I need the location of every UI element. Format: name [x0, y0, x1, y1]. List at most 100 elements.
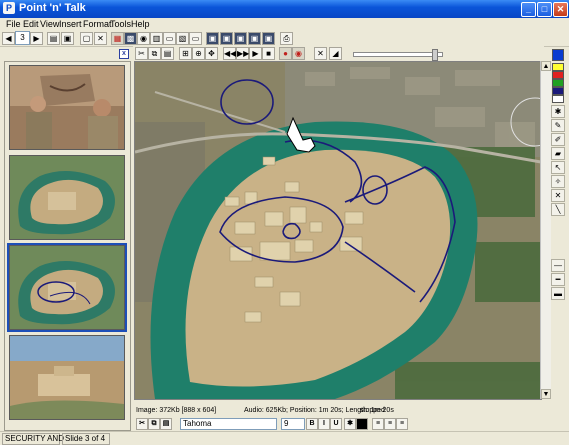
stop-icon[interactable]: ■: [262, 47, 275, 60]
slider-knob[interactable]: [432, 49, 438, 61]
app-icon: P: [3, 2, 15, 14]
color-swatch-navy[interactable]: [552, 87, 564, 95]
slide-thumbnail-1[interactable]: [9, 65, 125, 150]
menu-bar: File Edit View Insert Format Tools Help: [0, 18, 569, 31]
menu-format[interactable]: Format: [83, 19, 112, 29]
color-tool-palette: ✱ ✎ ✐ ▰ ↖ ✧ ✕ ╲ ― ━ ▬: [551, 47, 565, 427]
open-folder-icon[interactable]: ▤: [47, 32, 60, 45]
delete-slide-icon[interactable]: ✕: [94, 32, 107, 45]
menu-edit[interactable]: Edit: [23, 19, 39, 29]
highlighter-icon[interactable]: ▰: [551, 147, 565, 160]
layout-3-icon[interactable]: ▣: [234, 32, 247, 45]
soldiers-photo: [10, 66, 124, 149]
slide-number-field[interactable]: 3: [15, 31, 30, 45]
brush-icon[interactable]: ✎: [551, 119, 565, 132]
main-toolbar: ◀ ▶ ▤ ▣ ▢ ✕ ▦ ▩ ◉ ▥ ▭ ▧ ▭ ▣ ▣ ▣ ▣ ▣ ⎙: [0, 31, 569, 47]
rewind-icon[interactable]: ◀◀: [223, 47, 236, 60]
delete-ink-icon[interactable]: ✕: [551, 189, 565, 202]
line-weight-2-icon[interactable]: ━: [551, 273, 565, 286]
status-bar: Image: 372Kb [888 x 604] Audio: 625Kb; P…: [134, 406, 550, 417]
text-color-swatch[interactable]: [356, 418, 368, 430]
scroll-down-icon[interactable]: ▼: [541, 389, 551, 399]
paint-bucket-icon[interactable]: ✱: [551, 105, 565, 118]
image-info: Image: 372Kb [888 x 604]: [136, 407, 217, 414]
color-swatch-blue[interactable]: [552, 49, 564, 61]
format-toolbar: ✂ ⧉ ▤ Tahoma 9 B I U ✱ ≡ ≡ ≡: [134, 417, 550, 430]
align-center-icon[interactable]: ≡: [384, 418, 396, 430]
menu-view[interactable]: View: [40, 19, 59, 29]
underline-button[interactable]: U: [330, 418, 342, 430]
close-thumbnails-icon[interactable]: x: [119, 49, 129, 59]
bottom-status-bar: SECURITY AND Slide 3 of 4: [0, 431, 569, 445]
insert-image-icon[interactable]: ▦: [111, 32, 124, 45]
color-swatch-red[interactable]: [552, 71, 564, 79]
close-button[interactable]: ✕: [553, 2, 568, 17]
text-box-icon[interactable]: ▭: [189, 32, 202, 45]
playback-slider[interactable]: [353, 49, 443, 61]
cut-icon[interactable]: ✂: [135, 47, 148, 60]
record-icon[interactable]: ●: [279, 47, 292, 60]
align-right-icon[interactable]: ≡: [396, 418, 408, 430]
fast-forward-icon[interactable]: ▶▶: [236, 47, 249, 60]
italic-button[interactable]: I: [318, 418, 330, 430]
slideshow-icon[interactable]: ▭: [163, 32, 176, 45]
paste-icon[interactable]: ▤: [160, 418, 172, 430]
font-select[interactable]: Tahoma: [180, 418, 277, 430]
record-narration-icon[interactable]: ◉: [292, 47, 305, 60]
font-size-select[interactable]: 9: [281, 418, 305, 430]
satellite-map-image: [135, 62, 541, 399]
menu-insert[interactable]: Insert: [59, 19, 82, 29]
new-slide-icon[interactable]: ▢: [80, 32, 93, 45]
eraser-icon[interactable]: ✧: [551, 175, 565, 188]
copy-icon[interactable]: ⧉: [148, 418, 160, 430]
export-icon[interactable]: ▧: [176, 32, 189, 45]
maximize-button[interactable]: □: [537, 2, 552, 17]
move-icon[interactable]: ✥: [205, 47, 218, 60]
save-icon[interactable]: ▣: [61, 32, 74, 45]
align-left-icon[interactable]: ≡: [372, 418, 384, 430]
layout-1-icon[interactable]: ▣: [206, 32, 219, 45]
cut-icon[interactable]: ✂: [136, 418, 148, 430]
slide-thumbnail-4[interactable]: [9, 335, 125, 420]
layout-2-icon[interactable]: ▣: [220, 32, 233, 45]
scanner-icon[interactable]: ▥: [150, 32, 163, 45]
copy-icon[interactable]: ⧉: [148, 47, 161, 60]
back-arrow-icon[interactable]: ◀: [2, 32, 15, 45]
menu-tools[interactable]: Tools: [110, 19, 131, 29]
line-weight-1-icon[interactable]: ―: [551, 259, 565, 272]
line-weight-3-icon[interactable]: ▬: [551, 287, 565, 300]
slide-thumbnail-2[interactable]: [9, 155, 125, 240]
bold-button[interactable]: B: [306, 418, 318, 430]
zoom-in-icon[interactable]: ⊕: [192, 47, 205, 60]
annotation-toolbar: ✂ ⧉ ▤ ⊞ ⊕ ✥ ◀◀ ▶▶ ▶ ■ ● ◉ ✕ ◢: [133, 46, 544, 61]
volume-icon[interactable]: ◢: [329, 47, 342, 60]
menu-file[interactable]: File: [6, 19, 21, 29]
layout-4-icon[interactable]: ▣: [248, 32, 261, 45]
slide-thumbnail-3[interactable]: [7, 243, 127, 332]
insert-photo-icon[interactable]: ▩: [124, 32, 137, 45]
menu-help[interactable]: Help: [131, 19, 150, 29]
grid-icon[interactable]: ⊞: [179, 47, 192, 60]
forward-arrow-icon[interactable]: ▶: [30, 32, 43, 45]
line-icon[interactable]: ╲: [551, 203, 565, 216]
pen-icon[interactable]: ✐: [551, 133, 565, 146]
highlight-color-icon[interactable]: ✱: [344, 418, 356, 430]
paste-icon[interactable]: ▤: [161, 47, 174, 60]
color-swatch-white[interactable]: [552, 95, 564, 103]
minimize-button[interactable]: _: [521, 2, 536, 17]
scroll-up-icon[interactable]: ▲: [541, 61, 551, 71]
playback-state: stopped: [360, 407, 385, 414]
slide-counter: Slide 3 of 4: [62, 433, 110, 445]
play-icon[interactable]: ▶: [249, 47, 262, 60]
vertical-scrollbar[interactable]: ▲ ▼: [540, 61, 551, 399]
window-title: Point 'n' Talk: [19, 2, 86, 14]
clear-icon[interactable]: ✕: [314, 47, 327, 60]
color-swatch-green[interactable]: [552, 79, 564, 87]
slide-canvas[interactable]: [134, 61, 542, 400]
camera-icon[interactable]: ◉: [137, 32, 150, 45]
layout-5-icon[interactable]: ▣: [262, 32, 275, 45]
print-icon[interactable]: ⎙: [280, 32, 293, 45]
color-swatch-yellow[interactable]: [552, 63, 564, 71]
pointer-icon[interactable]: ↖: [551, 161, 565, 174]
title-bar: P Point 'n' Talk _ □ ✕: [0, 0, 569, 18]
